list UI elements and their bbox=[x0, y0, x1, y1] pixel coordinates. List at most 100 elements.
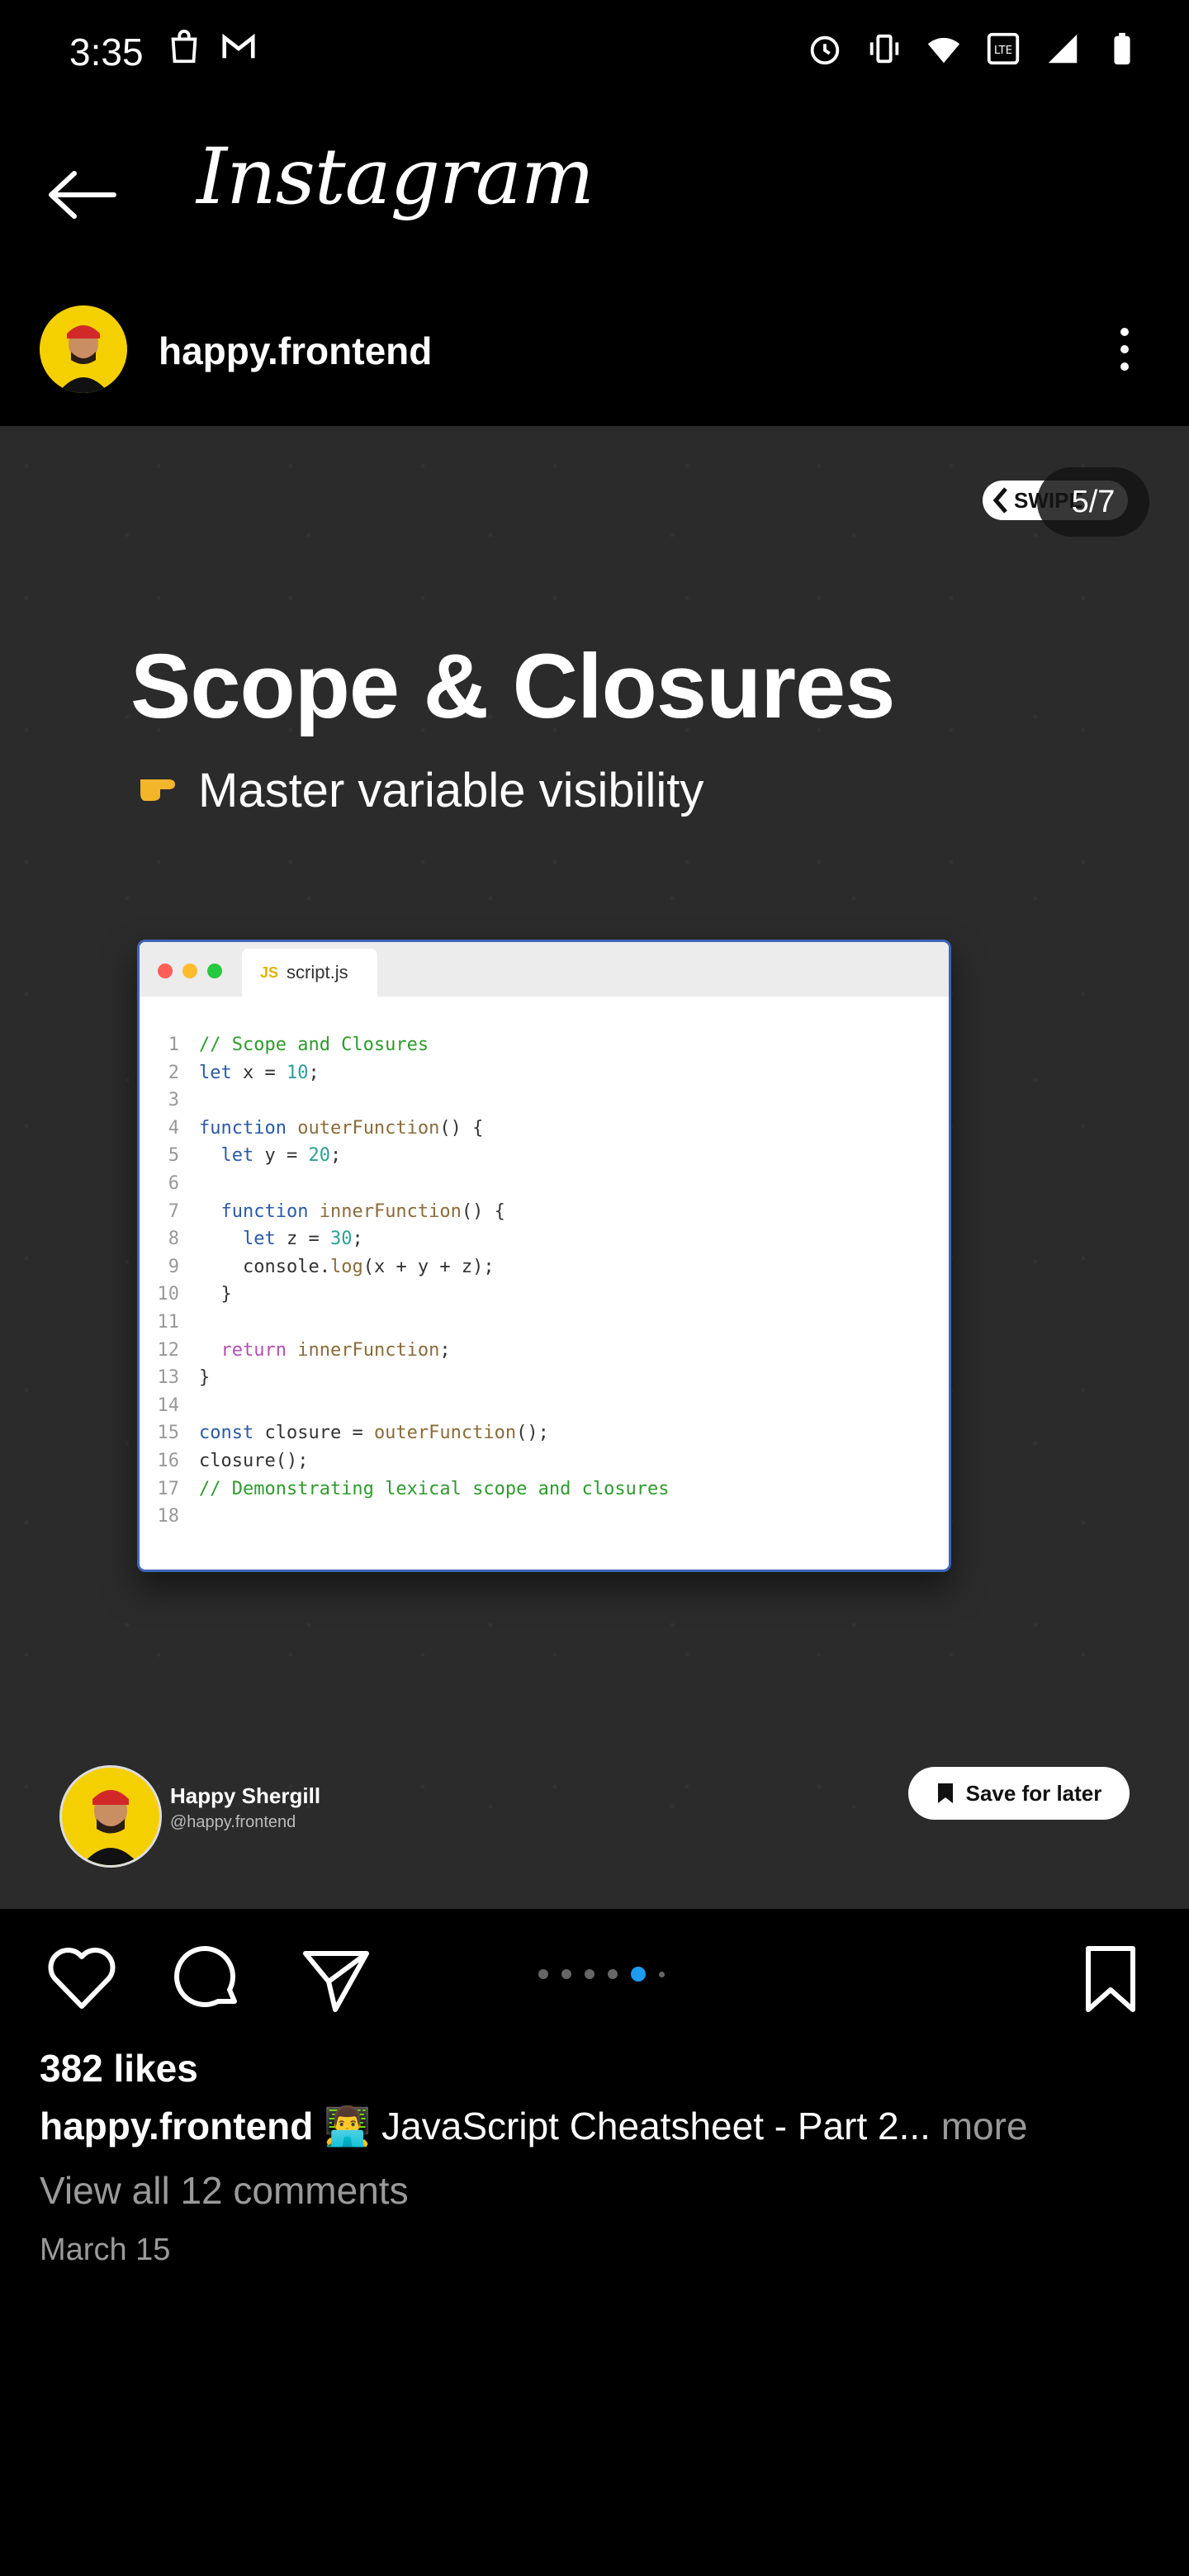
code-line: 2 let x = 10; bbox=[140, 1063, 670, 1091]
code-line: 10 } bbox=[140, 1284, 670, 1312]
line-number: 10 bbox=[157, 1284, 180, 1305]
line-number: 8 bbox=[168, 1229, 179, 1250]
more-options-icon[interactable] bbox=[1115, 324, 1135, 375]
code-line: 15 const closure = outerFunction(); bbox=[140, 1423, 670, 1451]
line-code: function innerFunction() { bbox=[220, 1200, 505, 1222]
minimize-dot-icon bbox=[182, 964, 197, 978]
line-code: // Scope and Closures bbox=[199, 1035, 429, 1055]
author-handle: @happy.frontend bbox=[170, 1813, 296, 1831]
code-window: JS script.js 1 // Scope and Closures 2 let … bbox=[137, 940, 951, 1572]
line-number: 7 bbox=[168, 1200, 179, 1222]
volte-icon: LTE bbox=[987, 32, 1020, 65]
alarm-icon bbox=[810, 36, 840, 65]
gmail-icon bbox=[222, 33, 255, 59]
line-number: 9 bbox=[168, 1256, 179, 1277]
code-line: 6 bbox=[140, 1173, 670, 1201]
status-time: 3:35 bbox=[69, 31, 144, 73]
line-number: 5 bbox=[168, 1145, 179, 1167]
line-code: let x = 10; bbox=[199, 1062, 320, 1083]
line-number: 13 bbox=[157, 1367, 180, 1389]
code-block: 1 // Scope and Closures 2 let x = 10; 3 4 func… bbox=[140, 1035, 670, 1534]
comment-icon[interactable] bbox=[170, 1942, 244, 2016]
code-line: 7 function innerFunction() { bbox=[140, 1201, 670, 1229]
line-number: 16 bbox=[157, 1450, 180, 1471]
file-tab: JS script.js bbox=[242, 949, 377, 997]
post-date: March 15 bbox=[40, 2233, 171, 2267]
code-line: 5 let y = 20; bbox=[140, 1145, 670, 1173]
author-avatar bbox=[59, 1765, 162, 1868]
line-code: closure(); bbox=[199, 1450, 309, 1471]
carousel-indicator bbox=[538, 1967, 665, 1982]
carousel-dot bbox=[585, 1969, 594, 1979]
avatar-person-icon bbox=[40, 305, 127, 393]
line-number: 1 bbox=[168, 1035, 179, 1055]
line-code: let z = 30; bbox=[242, 1229, 363, 1250]
back-arrow-icon[interactable] bbox=[45, 165, 119, 225]
code-line: 13} bbox=[140, 1367, 670, 1395]
svg-text:LTE: LTE bbox=[994, 45, 1012, 57]
code-line: 16 closure(); bbox=[140, 1451, 670, 1479]
line-code: // Demonstrating lexical scope and closu… bbox=[199, 1478, 670, 1499]
carousel-dot bbox=[659, 1971, 665, 1977]
bookmark-icon bbox=[937, 1783, 953, 1803]
slide-subtitle: Master variable visibility bbox=[198, 764, 704, 817]
code-line: 3 bbox=[140, 1090, 670, 1118]
slide-counter: 5/7 bbox=[1037, 467, 1149, 537]
carousel-dot bbox=[538, 1969, 548, 1979]
code-line: 1 // Scope and Closures bbox=[140, 1035, 670, 1063]
carousel-dot bbox=[631, 1967, 646, 1982]
signal-icon bbox=[1048, 34, 1078, 64]
wifi-icon bbox=[927, 37, 960, 64]
code-line: 18 bbox=[140, 1506, 670, 1534]
author-name: Happy Shergill bbox=[170, 1783, 321, 1808]
avatar[interactable] bbox=[40, 305, 127, 393]
caption-username[interactable]: happy.frontend bbox=[40, 2105, 313, 2147]
line-number: 14 bbox=[157, 1395, 180, 1416]
line-code: function outerFunction() { bbox=[199, 1117, 484, 1139]
caption-text: 👨‍💻 JavaScript Cheatsheet - Part 2... bbox=[324, 2105, 931, 2147]
vibrate-icon bbox=[869, 34, 899, 64]
code-line: 17 // Demonstrating lexical scope and clo… bbox=[140, 1479, 670, 1507]
file-name: script.js bbox=[287, 962, 348, 983]
author-avatar-icon bbox=[62, 1768, 159, 1865]
save-bookmark-icon[interactable] bbox=[1073, 1942, 1148, 2016]
battery-icon bbox=[1114, 32, 1130, 65]
code-line: 14 bbox=[140, 1395, 670, 1423]
maximize-dot-icon bbox=[207, 964, 222, 978]
caption[interactable]: happy.frontend 👨‍💻 JavaScript Cheatsheet… bbox=[40, 2104, 1028, 2149]
line-number: 17 bbox=[157, 1478, 180, 1499]
pointing-hand-icon bbox=[140, 779, 175, 801]
likes-count[interactable]: 382 likes bbox=[40, 2046, 198, 2091]
line-number: 3 bbox=[168, 1090, 179, 1111]
line-code: } bbox=[199, 1367, 211, 1389]
view-comments-link[interactable]: View all 12 comments bbox=[40, 2168, 409, 2213]
status-icons-left bbox=[165, 28, 258, 66]
app-title: Instagram bbox=[197, 132, 594, 222]
code-line: 8 let z = 30; bbox=[140, 1229, 670, 1257]
slide-title: Scope & Closures bbox=[130, 636, 895, 737]
code-window-titlebar: JS script.js bbox=[140, 942, 949, 997]
line-code: return innerFunction; bbox=[220, 1339, 451, 1361]
like-heart-icon[interactable] bbox=[45, 1942, 119, 2016]
line-number: 6 bbox=[168, 1172, 179, 1194]
code-line: 11 bbox=[140, 1312, 670, 1340]
caption-more-link[interactable]: more bbox=[931, 2105, 1028, 2147]
code-line: 12 return innerFunction; bbox=[140, 1340, 670, 1368]
close-dot-icon bbox=[158, 964, 173, 978]
chevron-left-icon bbox=[992, 487, 1007, 514]
line-code: } bbox=[199, 1284, 232, 1305]
line-code: console.log(x + y + z); bbox=[199, 1256, 495, 1277]
status-icons-right: LTE bbox=[806, 30, 1141, 68]
line-code: const closure = outerFunction(); bbox=[199, 1423, 549, 1444]
line-number: 2 bbox=[168, 1062, 179, 1083]
line-number: 18 bbox=[157, 1506, 180, 1527]
shopping-bag-icon bbox=[171, 29, 197, 64]
line-number: 12 bbox=[157, 1339, 180, 1361]
line-code: let y = 20; bbox=[220, 1145, 342, 1167]
save-for-later-badge: Save for later bbox=[908, 1767, 1130, 1820]
share-send-icon[interactable] bbox=[299, 1942, 373, 2016]
line-number: 4 bbox=[168, 1117, 179, 1139]
carousel-dot bbox=[608, 1969, 618, 1979]
save-for-later-label: Save for later bbox=[965, 1780, 1102, 1806]
post-username[interactable]: happy.frontend bbox=[159, 329, 432, 373]
